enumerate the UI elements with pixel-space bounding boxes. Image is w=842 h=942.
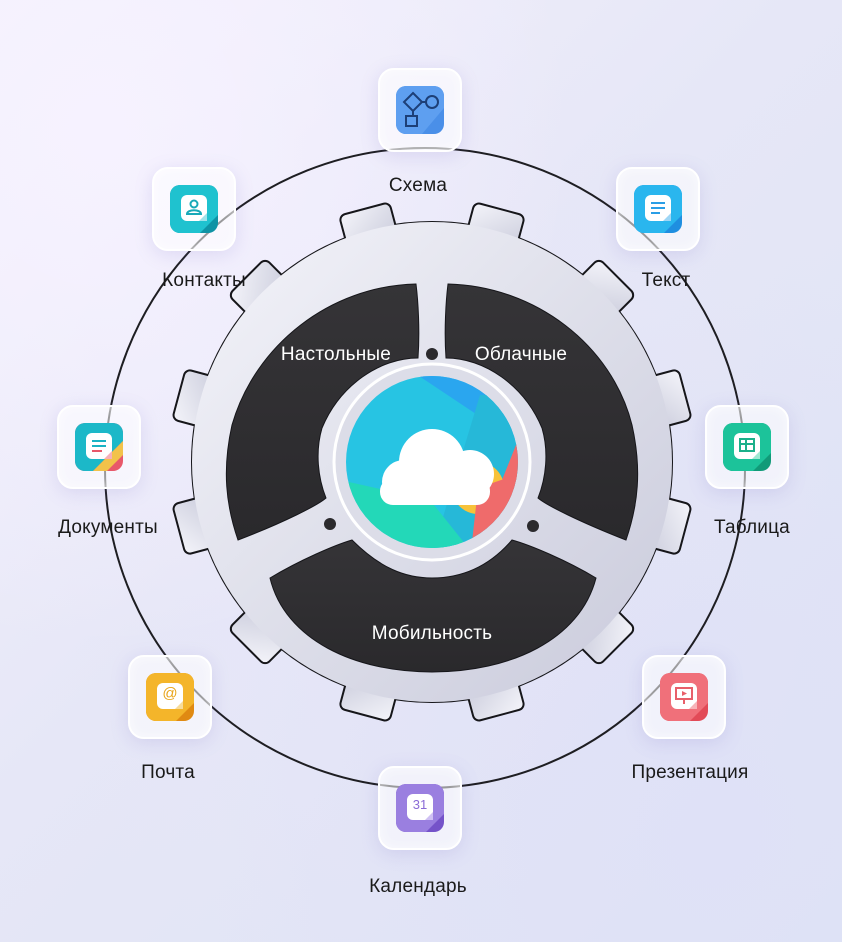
app-tile-contacts[interactable]	[152, 167, 236, 251]
at-sign: @	[162, 685, 178, 702]
mail-icon: @	[146, 673, 194, 721]
flowchart-icon	[396, 86, 444, 134]
segment-label-cloud: Облачные	[474, 344, 568, 365]
segment-dot	[324, 518, 336, 530]
contacts-icon	[170, 185, 218, 233]
presentation-icon	[660, 673, 708, 721]
app-tile-schema[interactable]	[378, 68, 462, 152]
documents-icon	[75, 423, 123, 471]
app-tile-text[interactable]	[616, 167, 700, 251]
app-label-mail: Почта	[141, 762, 195, 783]
center-logo	[332, 362, 532, 562]
calendar-day: 31	[412, 797, 428, 812]
app-tile-presentation[interactable]	[642, 655, 726, 739]
app-tile-mail[interactable]: @	[128, 655, 212, 739]
app-tile-documents[interactable]	[57, 405, 141, 489]
segment-label-desktop: Настольные	[280, 344, 392, 365]
app-label-table: Таблица	[714, 517, 790, 538]
segment-dot	[426, 348, 438, 360]
app-label-documents: Документы	[58, 517, 158, 538]
segment-dot	[527, 520, 539, 532]
app-label-text: Текст	[641, 270, 691, 291]
app-label-schema: Схема	[388, 175, 448, 196]
calendar-icon: 31	[396, 784, 444, 832]
text-document-icon	[634, 185, 682, 233]
app-label-contacts: Контакты	[162, 270, 246, 291]
app-tile-calendar[interactable]: 31	[378, 766, 462, 850]
spreadsheet-icon	[723, 423, 771, 471]
app-label-presentation: Презентация	[631, 762, 749, 783]
app-tile-table[interactable]	[705, 405, 789, 489]
segment-label-mobility: Мобильность	[371, 623, 493, 644]
app-label-calendar: Календарь	[369, 876, 467, 897]
